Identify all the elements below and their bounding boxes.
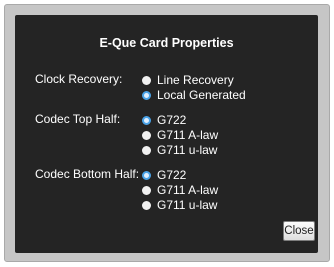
properties-panel: E-Que Card Properties Clock Recovery: Li… [15, 15, 318, 253]
radio-label: G711 A-law [157, 183, 219, 197]
dialog-title: E-Que Card Properties [99, 36, 234, 50]
codec-bottom-half-label: Codec Bottom Half: [35, 167, 140, 181]
codec-top-half-label: Codec Top Half: [35, 112, 121, 126]
radio-label: Line Recovery [157, 73, 234, 87]
radio-codec-top-g711-alaw[interactable]: G711 A-law [142, 128, 218, 142]
radio-line-recovery[interactable]: Line Recovery [142, 73, 234, 87]
radio-label: G711 A-law [157, 128, 219, 142]
radio-local-generated[interactable]: Local Generated [142, 88, 246, 102]
dialog-frame: E-Que Card Properties Clock Recovery: Li… [4, 4, 330, 262]
radio-circle-icon [142, 75, 151, 85]
radio-selected-icon [142, 115, 151, 125]
radio-codec-bottom-g711-ulaw[interactable]: G711 u-law [142, 198, 217, 212]
radio-label: G711 u-law [157, 198, 218, 212]
radio-label: G711 u-law [157, 143, 218, 157]
radio-circle-icon [142, 130, 151, 140]
close-button[interactable]: Close [283, 221, 315, 241]
radio-circle-icon [142, 200, 151, 210]
radio-codec-top-g722[interactable]: G722 [142, 113, 186, 127]
radio-codec-top-g711-ulaw[interactable]: G711 u-law [142, 143, 217, 157]
radio-codec-bottom-g722[interactable]: G722 [142, 168, 186, 182]
radio-label: Local Generated [157, 88, 246, 102]
clock-recovery-label: Clock Recovery: [35, 72, 123, 86]
radio-circle-icon [142, 185, 151, 195]
radio-selected-icon [142, 170, 151, 180]
radio-codec-bottom-g711-alaw[interactable]: G711 A-law [142, 183, 218, 197]
radio-label: G722 [157, 113, 187, 127]
radio-label: G722 [157, 168, 187, 182]
radio-selected-icon [142, 90, 151, 100]
radio-circle-icon [142, 145, 151, 155]
